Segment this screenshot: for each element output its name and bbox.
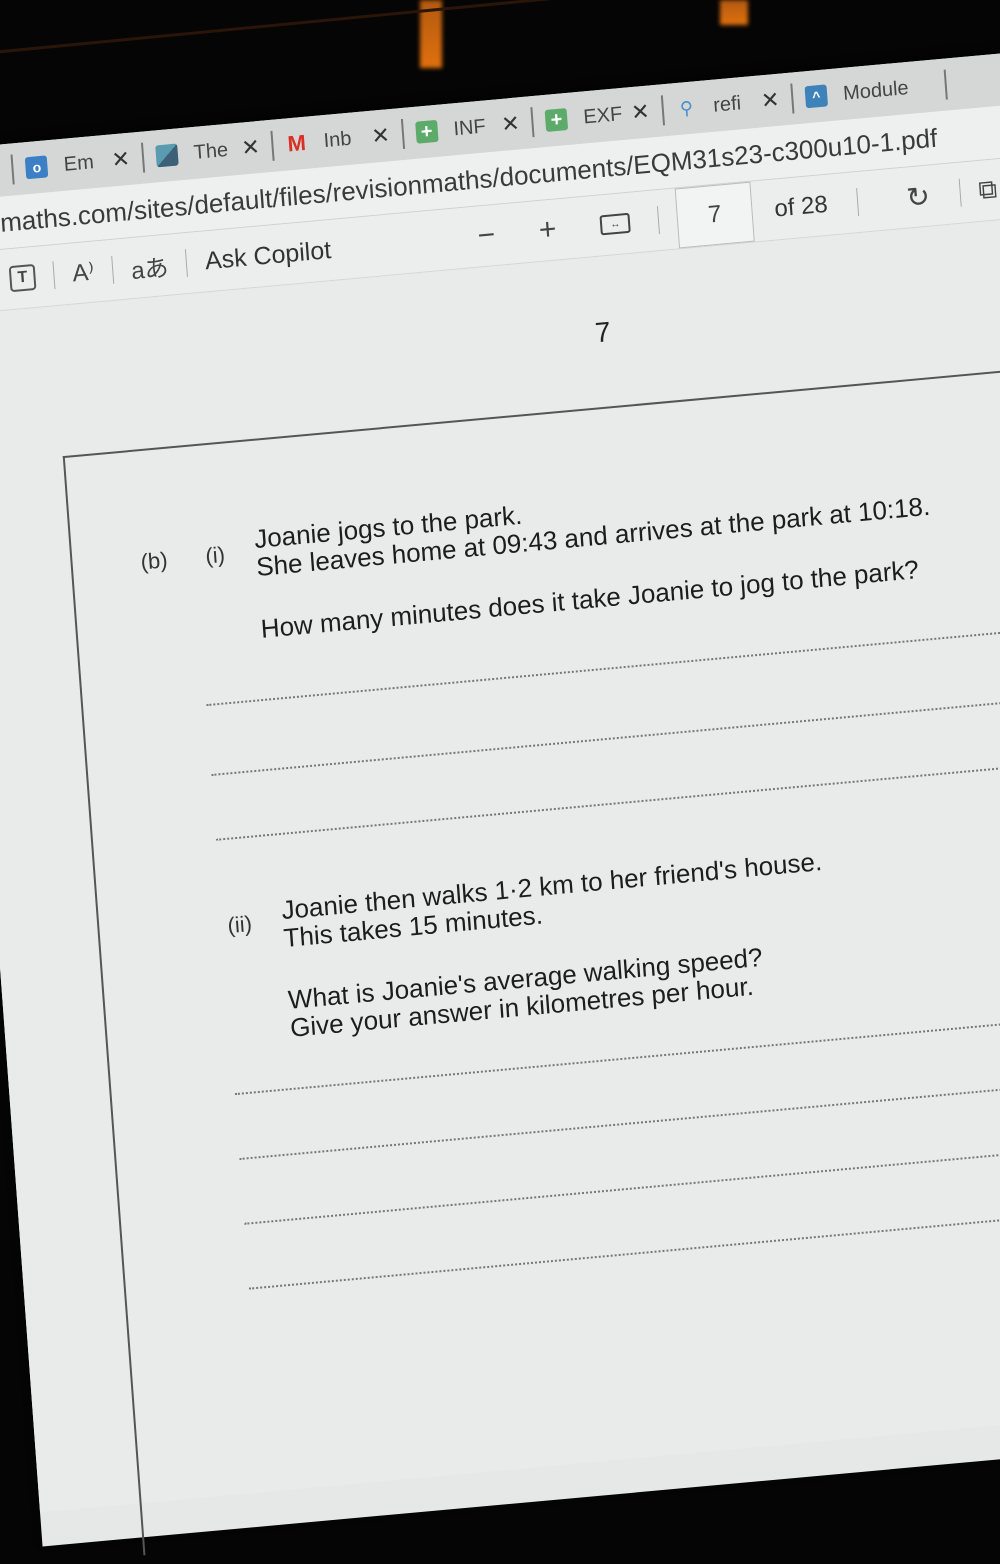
tab-inf[interactable]: + INF ✕ (402, 102, 533, 154)
text-icon[interactable]: T (8, 263, 37, 293)
outlook-icon: o (25, 155, 49, 180)
tab-label: Inb (322, 127, 353, 152)
toolbar-separator (958, 178, 962, 207)
tab-label: The (192, 138, 229, 164)
module-icon: ^ (804, 84, 829, 109)
zoom-in-button[interactable]: + (538, 213, 558, 249)
tab-label: refi (712, 91, 742, 117)
toolbar-separator (111, 255, 115, 284)
fit-width-icon[interactable]: ↔ (599, 212, 631, 236)
translate-icon[interactable]: aあ (130, 247, 170, 285)
close-icon[interactable]: ✕ (111, 146, 131, 174)
sheets-icon: + (414, 120, 439, 144)
close-icon[interactable]: ✕ (760, 87, 780, 115)
close-icon[interactable]: ✕ (370, 122, 390, 150)
tab-email[interactable]: o Em ✕ (13, 138, 144, 190)
total-pages: of 28 (773, 190, 829, 223)
tab-the[interactable]: The ✕ (142, 126, 273, 178)
gmail-icon: M (286, 129, 307, 157)
page-layout-icon[interactable]: ⧉ (977, 173, 998, 207)
toolbar-separator (52, 261, 56, 290)
monitor-bezel (0, 0, 1000, 58)
app-icon (155, 143, 179, 168)
tab-module[interactable]: ^ Module (792, 65, 946, 119)
toolbar-separator (656, 206, 661, 235)
tab-exf[interactable]: + EXF ✕ (532, 90, 663, 142)
search-icon: ⚲ (679, 97, 694, 119)
tab-search[interactable]: ⚲ refi ✕ (662, 79, 793, 131)
browser-window: ✕ o Em ✕ The ✕ M Inb ✕ + INF ✕ + EXF (0, 44, 1000, 1556)
close-icon[interactable]: ✕ (241, 134, 261, 162)
tab-label: Em (62, 150, 95, 176)
part-b-label: (b) (139, 547, 169, 575)
part-i-label: (i) (204, 541, 226, 569)
tab-inbox[interactable]: M Inb ✕ (272, 114, 403, 166)
part-ii-label: (ii) (226, 910, 253, 939)
background-light (720, 0, 748, 25)
zoom-out-button[interactable]: − (476, 218, 496, 254)
close-icon[interactable]: ✕ (630, 99, 650, 127)
sheets-icon: + (544, 108, 569, 132)
close-icon[interactable]: ✕ (500, 110, 520, 138)
rotate-icon[interactable]: ↻ (905, 179, 931, 214)
ask-copilot-button[interactable]: Ask Copilot (204, 236, 332, 276)
page-number-input[interactable] (674, 181, 755, 249)
page-number: 7 (593, 316, 612, 349)
pdf-page: 7 (b) (i) Joanie jogs to the park. She l… (0, 210, 1000, 1556)
toolbar-separator (185, 249, 189, 278)
close-icon[interactable]: ✕ (0, 158, 1, 186)
tab-label: Module (842, 76, 910, 105)
tab-label: INF (452, 114, 487, 140)
read-aloud-icon[interactable]: A⁾ (71, 257, 95, 288)
toolbar-separator (856, 187, 860, 217)
tab-label: EXF (582, 102, 623, 129)
